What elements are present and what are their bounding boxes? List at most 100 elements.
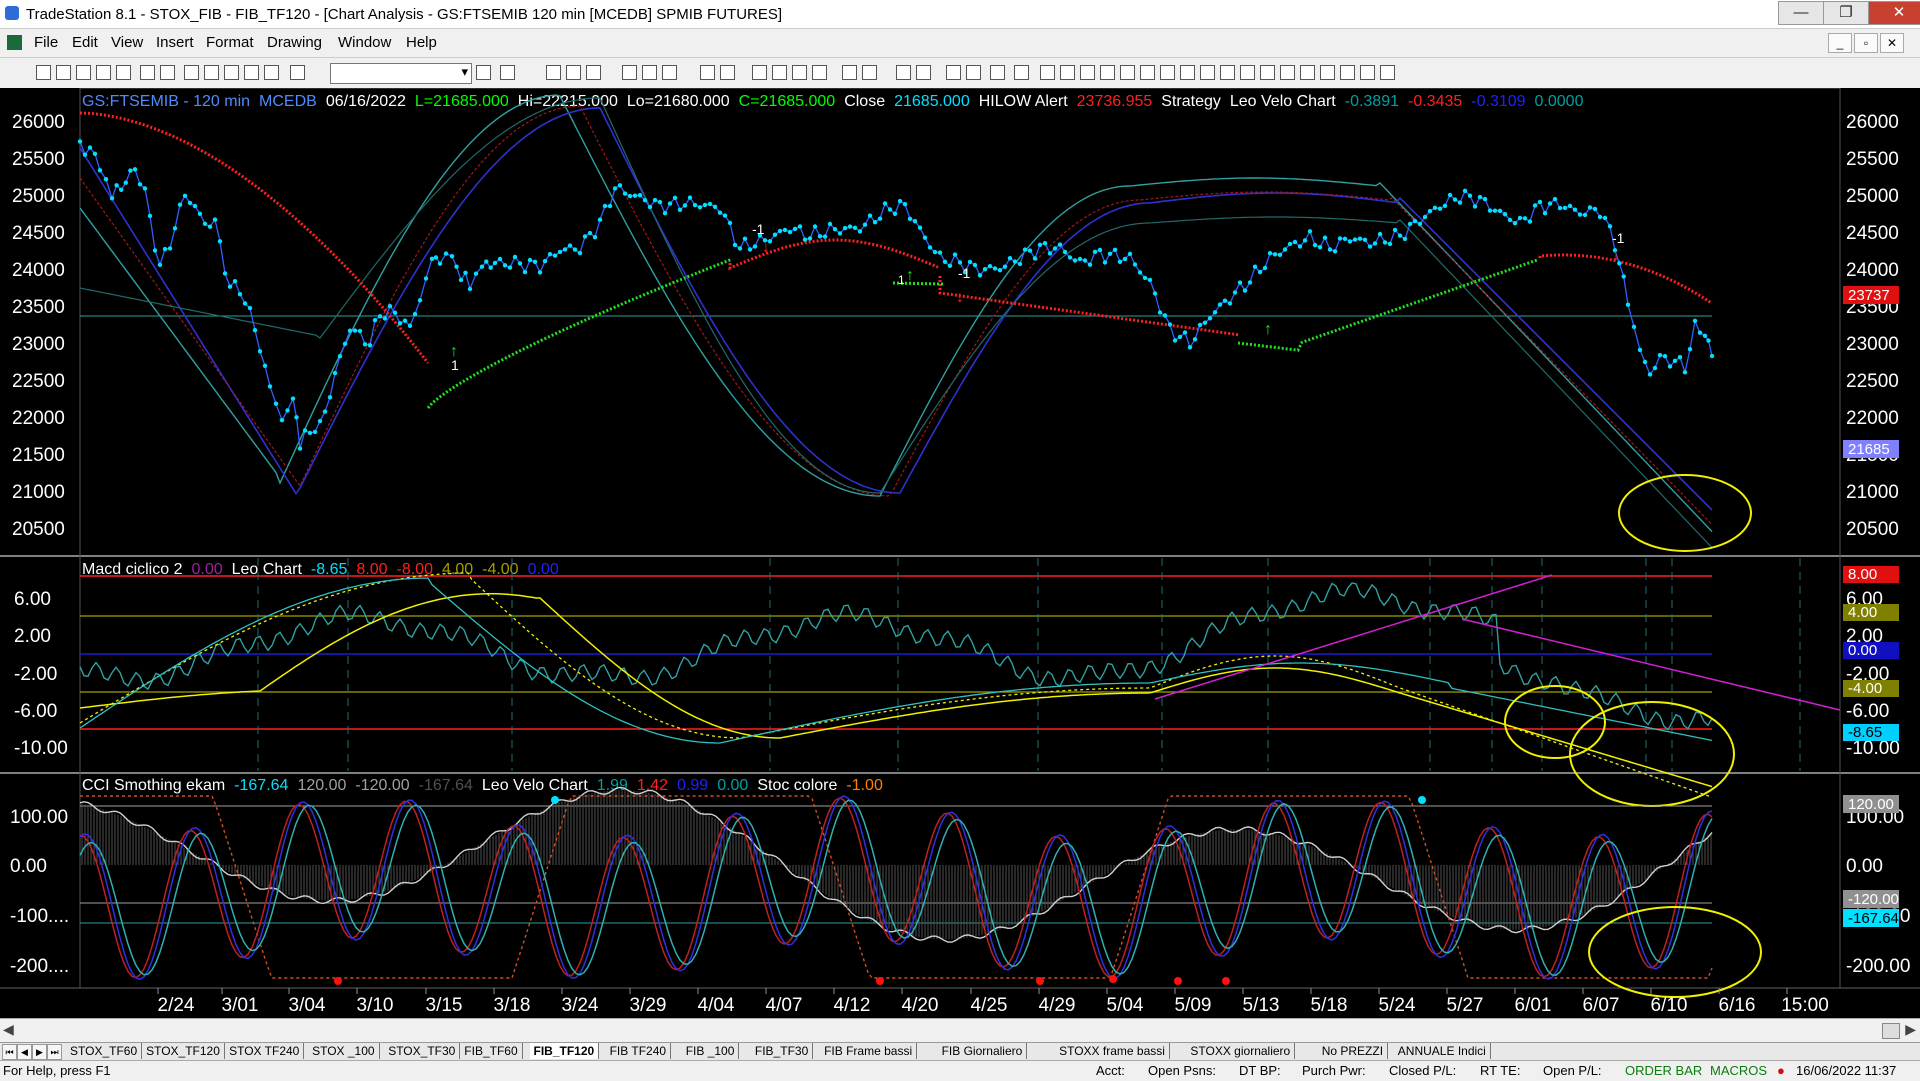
close-button[interactable]: ✕ [1868,1,1920,25]
paste-icon[interactable] [224,65,239,80]
tab-fib-100[interactable]: FIB _100 [682,1043,740,1059]
tab-fib-frame-bassi[interactable]: FIB Frame bassi [820,1043,918,1059]
rectangle-icon[interactable] [1360,65,1375,80]
scroll-left-icon[interactable]: ◀ [3,1021,14,1038]
mdi-restore-button[interactable]: ▫ [1854,33,1878,53]
tab-annuale-indici[interactable]: ANNUALE Indici [1394,1043,1491,1059]
price-dot [882,201,888,206]
menu-format[interactable]: Format [206,34,254,51]
order-bar-button[interactable]: ORDER BAR [1625,1063,1702,1078]
gann-icon[interactable] [1140,65,1155,80]
zoom-in-icon[interactable] [896,65,911,80]
bar-chart-icon[interactable] [752,65,767,80]
speed-lines-icon[interactable] [1160,65,1175,80]
copy-icon[interactable] [204,65,219,80]
menu-help[interactable]: Help [406,34,437,51]
select-icon[interactable] [966,65,981,80]
vertical-line-icon[interactable] [1080,65,1095,80]
minimize-button[interactable]: — [1778,1,1824,25]
menu-file[interactable]: File [34,34,58,51]
pen-icon[interactable] [1220,65,1235,80]
scanner-icon[interactable] [662,65,677,80]
point-figure-icon[interactable] [812,65,827,80]
fibonacci-icon[interactable] [1120,65,1135,80]
regression-icon[interactable] [1180,65,1195,80]
line-chart-icon[interactable] [792,65,807,80]
brush-icon[interactable] [1240,65,1255,80]
menu-edit[interactable]: Edit [72,34,98,51]
settings-icon[interactable] [1014,65,1029,80]
lock-icon[interactable] [244,65,259,80]
macros-button[interactable]: MACROS [1710,1063,1767,1078]
pencil-icon[interactable] [1260,65,1275,80]
grid-icon[interactable] [566,65,581,80]
new-icon[interactable] [36,65,51,80]
find-icon[interactable] [500,65,515,80]
insert-symbol-icon[interactable] [290,65,305,80]
trendline-icon[interactable] [1040,65,1055,80]
tab-stox-100[interactable]: STOX _100 [308,1043,380,1059]
menu-drawing[interactable]: Drawing [267,34,322,51]
tab-stoxx-frame-bassi[interactable]: STOXX frame bassi [1055,1043,1170,1059]
tab-first-icon[interactable]: ⏮ [2,1044,17,1060]
chart-analysis-window[interactable]: GS:FTSEMIB - 120 min MCEDB 06/16/2022 L=216… [0,87,1920,1018]
menu-insert[interactable]: Insert [156,34,194,51]
compress-icon[interactable] [842,65,857,80]
table-icon[interactable] [586,65,601,80]
tab-stox-tf120[interactable]: STOX_TF120 [142,1043,225,1059]
price-dot [792,226,798,232]
menu-window[interactable]: Window [338,34,391,51]
tab-fib-tf60[interactable]: FIB_TF60 [460,1043,523,1059]
strategy-icon[interactable] [642,65,657,80]
tab-fib-tf120[interactable]: FIB_TF120 [529,1043,600,1059]
tab-last-icon[interactable]: ⏭ [47,1044,62,1060]
scroll-right-icon[interactable]: ▶ [1905,1021,1916,1038]
save-icon[interactable] [76,65,91,80]
price-dot [1437,206,1443,211]
document-icon[interactable] [7,35,22,50]
open-icon[interactable] [56,65,71,80]
mdi-close-button[interactable]: ✕ [1880,33,1904,53]
folder-icon[interactable] [116,65,131,80]
arrow-right-icon[interactable] [476,65,491,80]
tab-fib-tf240[interactable]: FIB TF240 [606,1043,672,1059]
chart-icon[interactable] [546,65,561,80]
tab-next-icon[interactable]: ▶ [32,1044,47,1060]
tab-stox-tf240[interactable]: STOX TF240 [225,1043,305,1059]
cut-icon[interactable] [184,65,199,80]
tools-icon[interactable] [990,65,1005,80]
cursor-icon[interactable] [264,65,279,80]
horizontal-line-icon[interactable] [1060,65,1075,80]
window-icon[interactable] [700,65,715,80]
indicator-icon[interactable] [622,65,637,80]
tab-no-prezzi[interactable]: No PREZZI [1318,1043,1389,1059]
print-preview-icon[interactable] [160,65,175,80]
channel-icon[interactable] [1100,65,1115,80]
print-icon[interactable] [140,65,155,80]
mdi-minimize-button[interactable]: _ [1828,33,1852,53]
tab-stoxx-giornaliero[interactable]: STOXX giornaliero [1186,1043,1296,1059]
candle-icon[interactable] [772,65,787,80]
pointer-icon[interactable] [946,65,961,80]
symbol-dropdown[interactable] [330,63,472,84]
horizontal-scrollbar[interactable]: ◀ ▶ [0,1018,1920,1043]
expand-icon[interactable] [862,65,877,80]
layout-icon[interactable] [720,65,735,80]
circle-icon[interactable] [1340,65,1355,80]
menu-view[interactable]: View [111,34,143,51]
chart-svg[interactable]: GS:FTSEMIB - 120 min MCEDB 06/16/2022 L=216… [0,87,1920,1018]
tab-prev-icon[interactable]: ◀ [17,1044,32,1060]
text-icon[interactable] [1380,65,1395,80]
tab-fib-tf30[interactable]: FIB_TF30 [751,1043,814,1059]
tab-stox-tf60[interactable]: STOX_TF60 [66,1043,143,1059]
zoom-out-icon[interactable] [916,65,931,80]
arrow-up-icon[interactable] [1300,65,1315,80]
tab-stox-tf30[interactable]: STOX_TF30 [384,1043,461,1059]
arc-icon[interactable] [1200,65,1215,80]
maximize-button[interactable]: ❐ [1823,1,1869,25]
freehand-icon[interactable] [1280,65,1295,80]
arrow-down-icon[interactable] [1320,65,1335,80]
workspace-icon[interactable] [96,65,111,80]
scroll-thumb[interactable] [1882,1023,1900,1039]
tab-fib-giornaliero[interactable]: FIB Giornaliero [938,1043,1028,1059]
